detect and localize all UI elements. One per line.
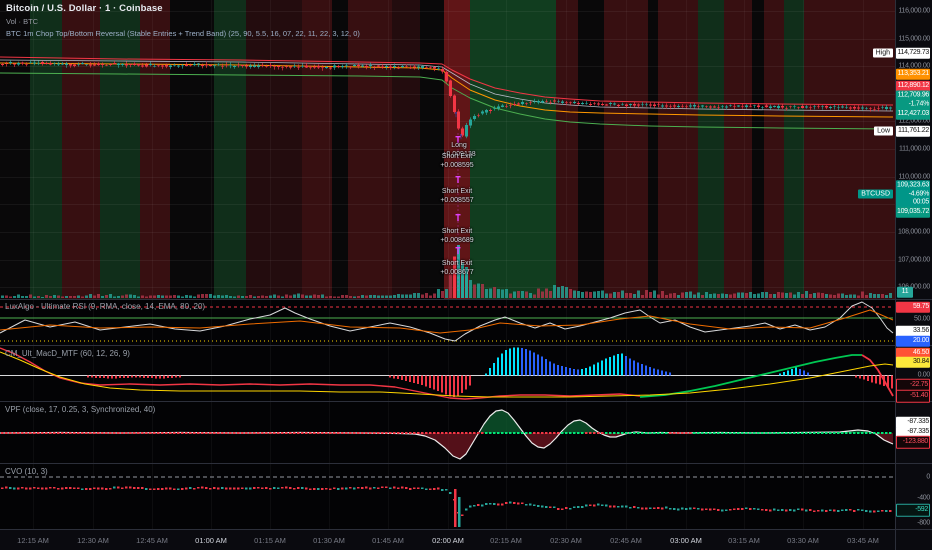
trade-label: Short Exit +0.008557 — [440, 188, 474, 204]
time-tick-label: 01:00 AM — [195, 536, 227, 545]
vpf-price-badge: -87.335 — [896, 416, 930, 428]
price-price-badge: 109,035.72 — [896, 206, 930, 218]
trade-label: Short Exit +0.008595 — [440, 153, 474, 169]
cvo-indicator-title[interactable]: CVO (10, 3) — [5, 467, 48, 476]
price-price-badge: 112,427.03 — [896, 108, 930, 120]
rsi-price-badge: 20.00 — [896, 335, 930, 347]
rsi-price-badge: 59.75 — [896, 301, 930, 313]
price-tick-label: 115,000.00 — [898, 35, 930, 43]
price-tick-label: 111,000.00 — [899, 145, 930, 153]
vpf-indicator-title[interactable]: VPF (close, 17, 0.25, 3, Synchronized, 4… — [5, 405, 155, 414]
low-tag: Low — [874, 126, 893, 136]
time-tick-label: 01:45 AM — [372, 536, 404, 545]
svg-text:↑: ↑ — [454, 109, 459, 119]
price-price-badge: 11 — [897, 286, 913, 298]
cvo-tick-label: -400 — [917, 494, 930, 502]
symbol-title[interactable]: Bitcoin / U.S. Dollar · 1 · Coinbase — [6, 3, 360, 14]
price-tick-label: 116,000.00 — [898, 7, 930, 15]
strategy-legend[interactable]: BTC 1m Chop Top/Bottom Reversal (Stable … — [6, 29, 360, 38]
pane-divider[interactable] — [0, 463, 932, 464]
svg-text:↑: ↑ — [459, 131, 464, 141]
pane-divider[interactable] — [0, 299, 932, 300]
price-price-badge: 112,709.96 -1.74% — [896, 90, 930, 110]
cvo-tick-label: -800 — [917, 519, 930, 527]
volume-legend[interactable]: Vol · BTC — [6, 17, 360, 26]
pane-divider[interactable] — [0, 401, 932, 402]
time-tick-label: 03:15 AM — [728, 536, 760, 545]
price-price-badge: 114,729.73 — [896, 47, 930, 59]
rsi-price-badge: 33.56 — [896, 325, 930, 337]
price-tick-label: 107,000.00 — [897, 256, 930, 264]
price-price-badge: 111,761.22 — [896, 125, 930, 137]
trade-label: Short Exit +0.008677 — [440, 260, 474, 276]
time-tick-label: 03:45 AM — [847, 536, 879, 545]
pane-divider[interactable] — [0, 345, 932, 346]
time-tick-label: 01:30 AM — [313, 536, 345, 545]
time-tick-label: 02:45 AM — [610, 536, 642, 545]
macd-tick-label: 0.00 — [917, 371, 931, 379]
time-tick-label: 02:00 AM — [432, 536, 464, 545]
cvo-price-badge: -592 — [896, 503, 930, 517]
time-tick-label: 02:15 AM — [490, 536, 522, 545]
time-tick-label: 01:15 AM — [254, 536, 286, 545]
time-axis-divider — [0, 529, 932, 530]
trade-label: Short Exit +0.008689 — [440, 228, 474, 244]
macd-indicator-title[interactable]: CM_Ult_MacD_MTF (60, 12, 26, 9) — [5, 349, 130, 358]
price-price-badge: 109,323.63 -4.69% 00:05 — [896, 180, 930, 208]
cvo-tick-label: 0 — [926, 473, 930, 481]
time-tick-label: 12:30 AM — [77, 536, 109, 545]
time-tick-label: 12:45 AM — [136, 536, 168, 545]
trading-chart-app: ↑ ↑ Bitcoin / U.S. Dollar · 1 · Coinbase … — [0, 0, 932, 550]
high-tag: High — [872, 48, 893, 58]
price-price-badge: 113,353.21 — [896, 68, 930, 80]
time-tick-label: 03:30 AM — [787, 536, 819, 545]
price-tick-label: 108,000.00 — [897, 228, 930, 236]
time-tick-label: 03:00 AM — [670, 536, 702, 545]
macd-price-badge: 30.84 — [896, 356, 930, 368]
chart-legend: Bitcoin / U.S. Dollar · 1 · Coinbase Vol… — [6, 3, 360, 38]
time-tick-label: 12:15 AM — [17, 536, 49, 545]
rsi-tick-label: 50.00 — [913, 315, 930, 323]
vpf-price-badge: -123.880 — [896, 435, 930, 449]
btcusd-tag: BTCUSD — [858, 189, 893, 199]
time-tick-label: 02:30 AM — [550, 536, 582, 545]
macd-price-badge: -51.40 — [896, 389, 930, 403]
rsi-indicator-title[interactable]: LuxAlgo - Ultimate RSI (9, RMA, close, 1… — [5, 302, 205, 311]
